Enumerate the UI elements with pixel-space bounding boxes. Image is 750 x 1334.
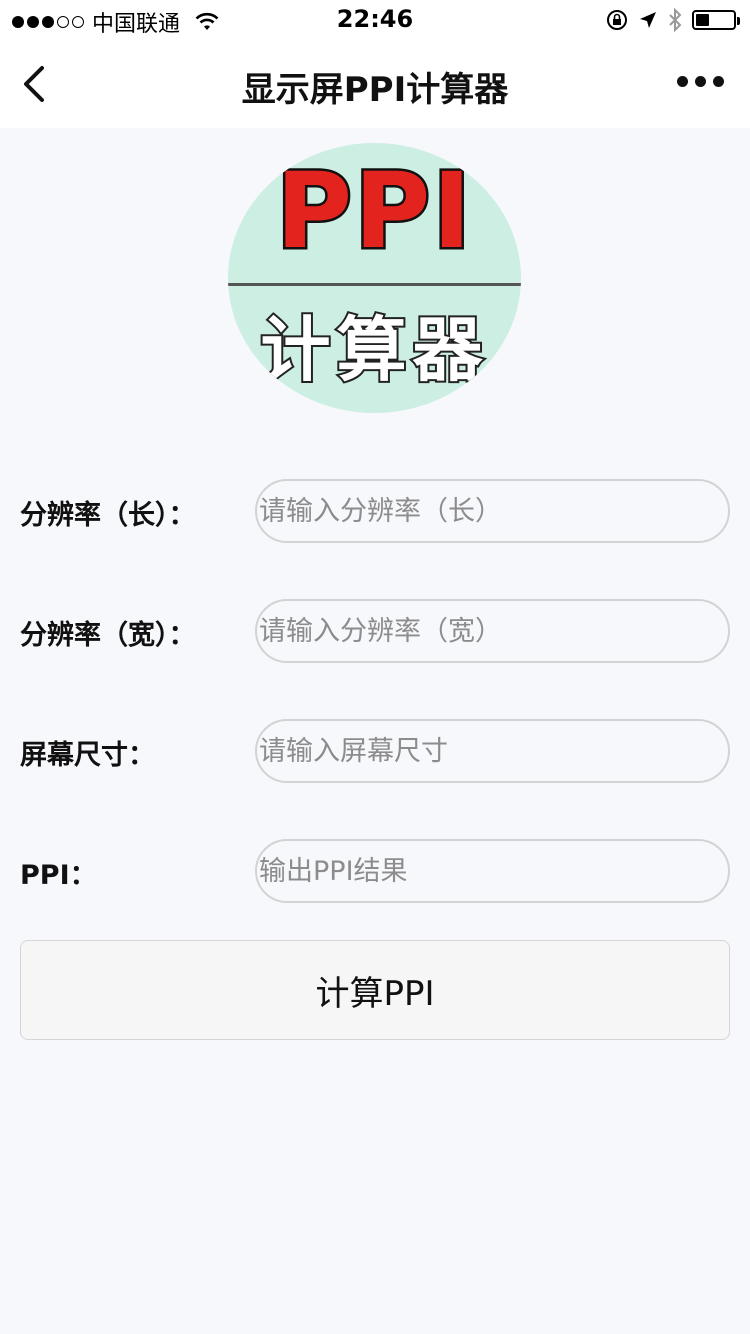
battery-icon bbox=[692, 10, 740, 30]
resolution-width-input[interactable] bbox=[255, 599, 730, 663]
more-dots-icon[interactable] bbox=[677, 76, 724, 87]
page-title: 显示屏PPI计算器 bbox=[241, 70, 509, 110]
logo-ppi-text: PPI bbox=[273, 149, 474, 274]
form-row-resolution-length: 分辨率（长）： bbox=[0, 479, 750, 543]
calculate-ppi-button[interactable]: 计算PPI bbox=[20, 940, 730, 1040]
status-bar: 中国联通 22:46 bbox=[0, 0, 750, 40]
rotation-lock-icon bbox=[607, 10, 627, 30]
bluetooth-icon bbox=[669, 8, 682, 32]
resolution-width-label: 分辨率（宽）： bbox=[20, 620, 196, 651]
ppi-output-field[interactable] bbox=[255, 839, 730, 903]
screen-size-input[interactable] bbox=[255, 719, 730, 783]
form-row-screen-size: 屏幕尺寸： bbox=[0, 719, 750, 783]
screen-size-label: 屏幕尺寸： bbox=[20, 740, 155, 771]
resolution-length-input[interactable] bbox=[255, 479, 730, 543]
ppi-calculator-logo: PPI 计算器 bbox=[228, 143, 521, 413]
logo-calculator-text: 计算器 bbox=[259, 307, 489, 393]
location-arrow-icon bbox=[640, 12, 656, 28]
form-row-resolution-width: 分辨率（宽）： bbox=[0, 599, 750, 663]
status-right bbox=[606, 8, 740, 32]
form-row-ppi-output: PPI： bbox=[0, 839, 750, 903]
resolution-length-label: 分辨率（长）： bbox=[20, 500, 196, 531]
battery-fill bbox=[696, 14, 709, 26]
nav-bar: 显示屏PPI计算器 bbox=[0, 40, 750, 128]
logo-divider bbox=[228, 283, 521, 286]
ppi-output-label: PPI： bbox=[20, 860, 97, 891]
